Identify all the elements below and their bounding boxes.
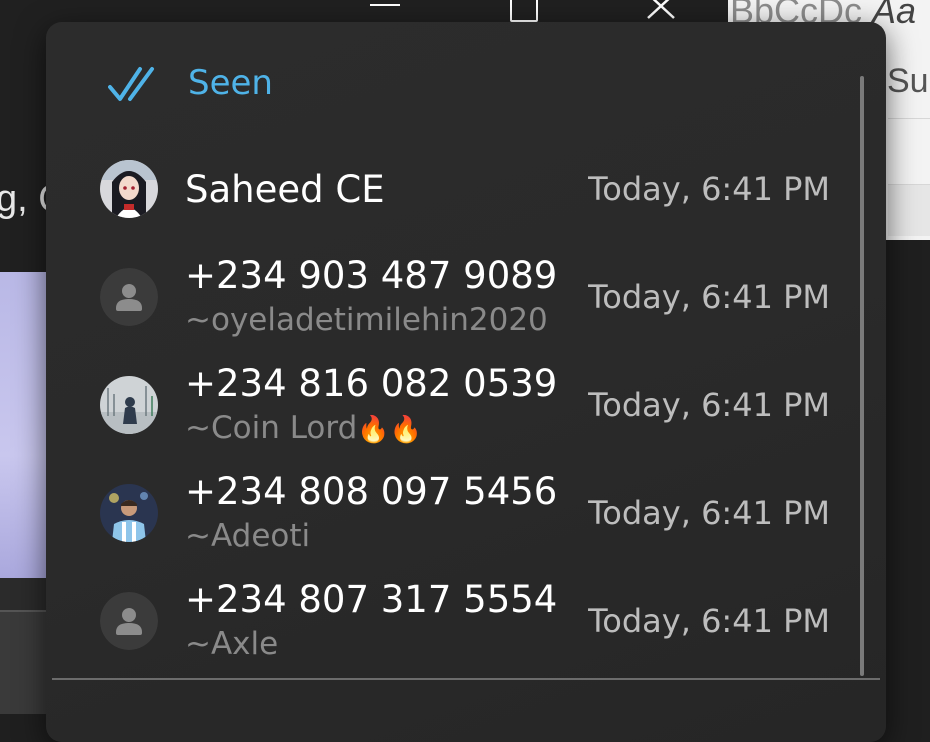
seen-time: Today, 6:41 PM: [588, 602, 830, 640]
contact-alias: ~Axle: [185, 626, 279, 662]
anime-avatar-icon: [100, 160, 158, 218]
list-item[interactable]: +234 903 487 9089 ~oyeladetimilehin2020 …: [100, 254, 840, 338]
avatar[interactable]: [100, 376, 158, 434]
seen-time: Today, 6:41 PM: [588, 494, 830, 532]
close-icon: [647, 0, 675, 19]
photo-avatar-icon: [100, 376, 158, 434]
contact-phone: +234 808 097 5456: [185, 470, 558, 513]
photo-avatar-icon: [100, 484, 158, 542]
maximize-button[interactable]: [510, 0, 538, 22]
list-item[interactable]: Saheed CE Today, 6:41 PM: [100, 160, 840, 240]
seen-time: Today, 6:41 PM: [588, 170, 830, 208]
contact-phone: +234 807 317 5554: [185, 578, 558, 621]
divider: [52, 678, 880, 680]
scrollbar[interactable]: [860, 76, 864, 676]
avatar[interactable]: [100, 160, 158, 218]
seen-label: Seen: [188, 63, 273, 103]
double-check-icon: [108, 67, 154, 101]
avatar[interactable]: [100, 484, 158, 542]
contact-phone: +234 903 487 9089: [185, 254, 558, 297]
default-user-icon: [100, 592, 158, 650]
fire-emoji: 🔥🔥: [357, 415, 423, 445]
list-item[interactable]: +234 807 317 5554 ~Axle Today, 6:41 PM: [100, 578, 840, 662]
contact-name: Saheed CE: [185, 168, 385, 211]
contact-alias: ~oyeladetimilehin2020: [185, 302, 548, 338]
contact-alias: ~Coin Lord🔥🔥: [185, 410, 423, 446]
contact-phone: +234 816 082 0539: [185, 362, 558, 405]
minimize-button[interactable]: [370, 4, 400, 6]
seen-time: Today, 6:41 PM: [588, 386, 830, 424]
list-item[interactable]: +234 808 097 5456 ~Adeoti Today, 6:41 PM: [100, 470, 840, 554]
avatar[interactable]: [100, 268, 158, 326]
avatar[interactable]: [100, 592, 158, 650]
list-item[interactable]: +234 816 082 0539 ~Coin Lord🔥🔥 Today, 6:…: [100, 362, 840, 446]
seen-header: Seen: [108, 58, 273, 108]
style-subtitle[interactable]: Sul: [887, 62, 930, 101]
seen-time: Today, 6:41 PM: [588, 278, 830, 316]
default-user-icon: [100, 268, 158, 326]
contact-alias: ~Adeoti: [185, 518, 311, 554]
close-button[interactable]: [640, 0, 680, 20]
